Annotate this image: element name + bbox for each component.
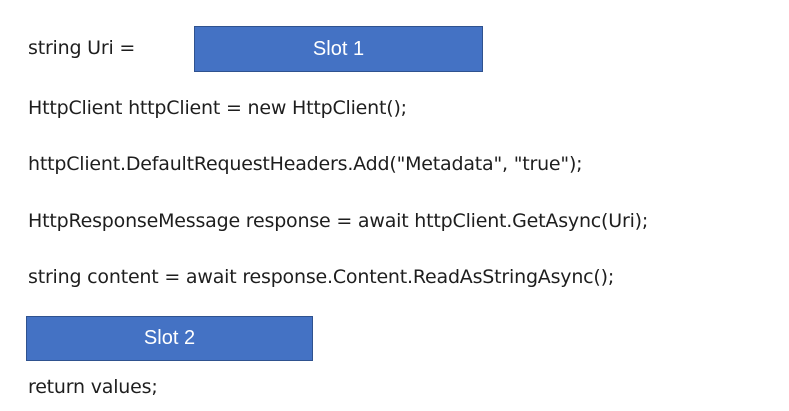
code-line-return: return values; [28,376,158,398]
code-line-uri-declaration: string Uri = [28,37,136,59]
code-line-httpclient: HttpClient httpClient = new HttpClient()… [28,97,407,119]
code-line-read-content: string content = await response.Content.… [28,266,615,288]
slot-2-label: Slot 2 [143,327,196,349]
slot-1-label: Slot 1 [312,37,365,60]
slot-1-dropzone[interactable]: Slot 1 [194,26,483,72]
code-line-request-headers: httpClient.DefaultRequestHeaders.Add("Me… [28,153,583,175]
slot-2-dropzone[interactable]: Slot 2 [26,316,313,361]
code-line-get-async: HttpResponseMessage response = await htt… [28,210,649,232]
